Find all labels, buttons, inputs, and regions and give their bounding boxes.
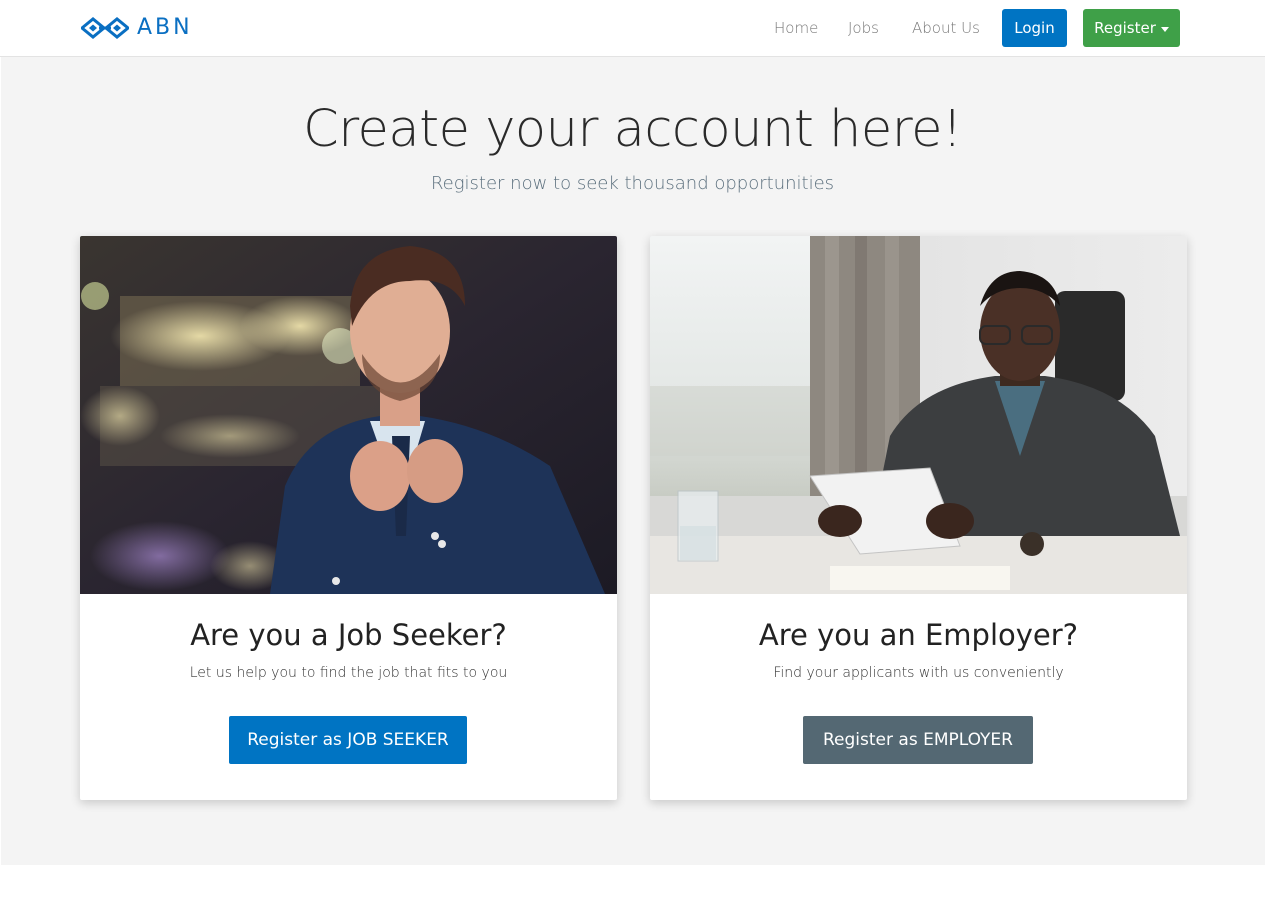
top-navbar: ABN Home Jobs About Us Login Register (0, 0, 1265, 57)
page-subtitle: Register now to seek thousand opportunit… (430, 173, 835, 194)
nav-link-home[interactable]: Home (774, 18, 818, 38)
register-employer-label: Register as EMPLOYER (823, 730, 1013, 750)
employer-card: Are you an Employer? Find your applicant… (650, 236, 1187, 800)
brand-logo[interactable]: ABN (81, 15, 193, 41)
login-button-label: Login (1014, 19, 1055, 37)
register-job-seeker-button[interactable]: Register as JOB SEEKER (229, 716, 467, 764)
register-employer-button[interactable]: Register as EMPLOYER (803, 716, 1033, 764)
register-button-label: Register (1094, 19, 1156, 37)
job-seeker-card: Are you a Job Seeker? Let us help you to… (80, 236, 617, 800)
job-seeker-title: Are you a Job Seeker? (190, 618, 507, 652)
abn-logo-icon (81, 17, 129, 39)
page-title: Create your account here! (303, 100, 962, 159)
caret-down-icon (1160, 26, 1169, 32)
job-seeker-photo (80, 236, 617, 594)
job-seeker-description: Let us help you to find the job that fit… (189, 665, 508, 681)
brand-name: ABN (137, 15, 193, 40)
register-job-seeker-label: Register as JOB SEEKER (247, 730, 449, 750)
nav-link-jobs[interactable]: Jobs (848, 18, 879, 38)
register-dropdown-button[interactable]: Register (1083, 9, 1180, 47)
nav-link-about-us[interactable]: About Us (912, 18, 980, 38)
employer-photo (650, 236, 1187, 594)
employer-description: Find your applicants with us convenientl… (773, 665, 1064, 681)
login-button[interactable]: Login (1002, 9, 1067, 47)
employer-title: Are you an Employer? (758, 618, 1079, 652)
